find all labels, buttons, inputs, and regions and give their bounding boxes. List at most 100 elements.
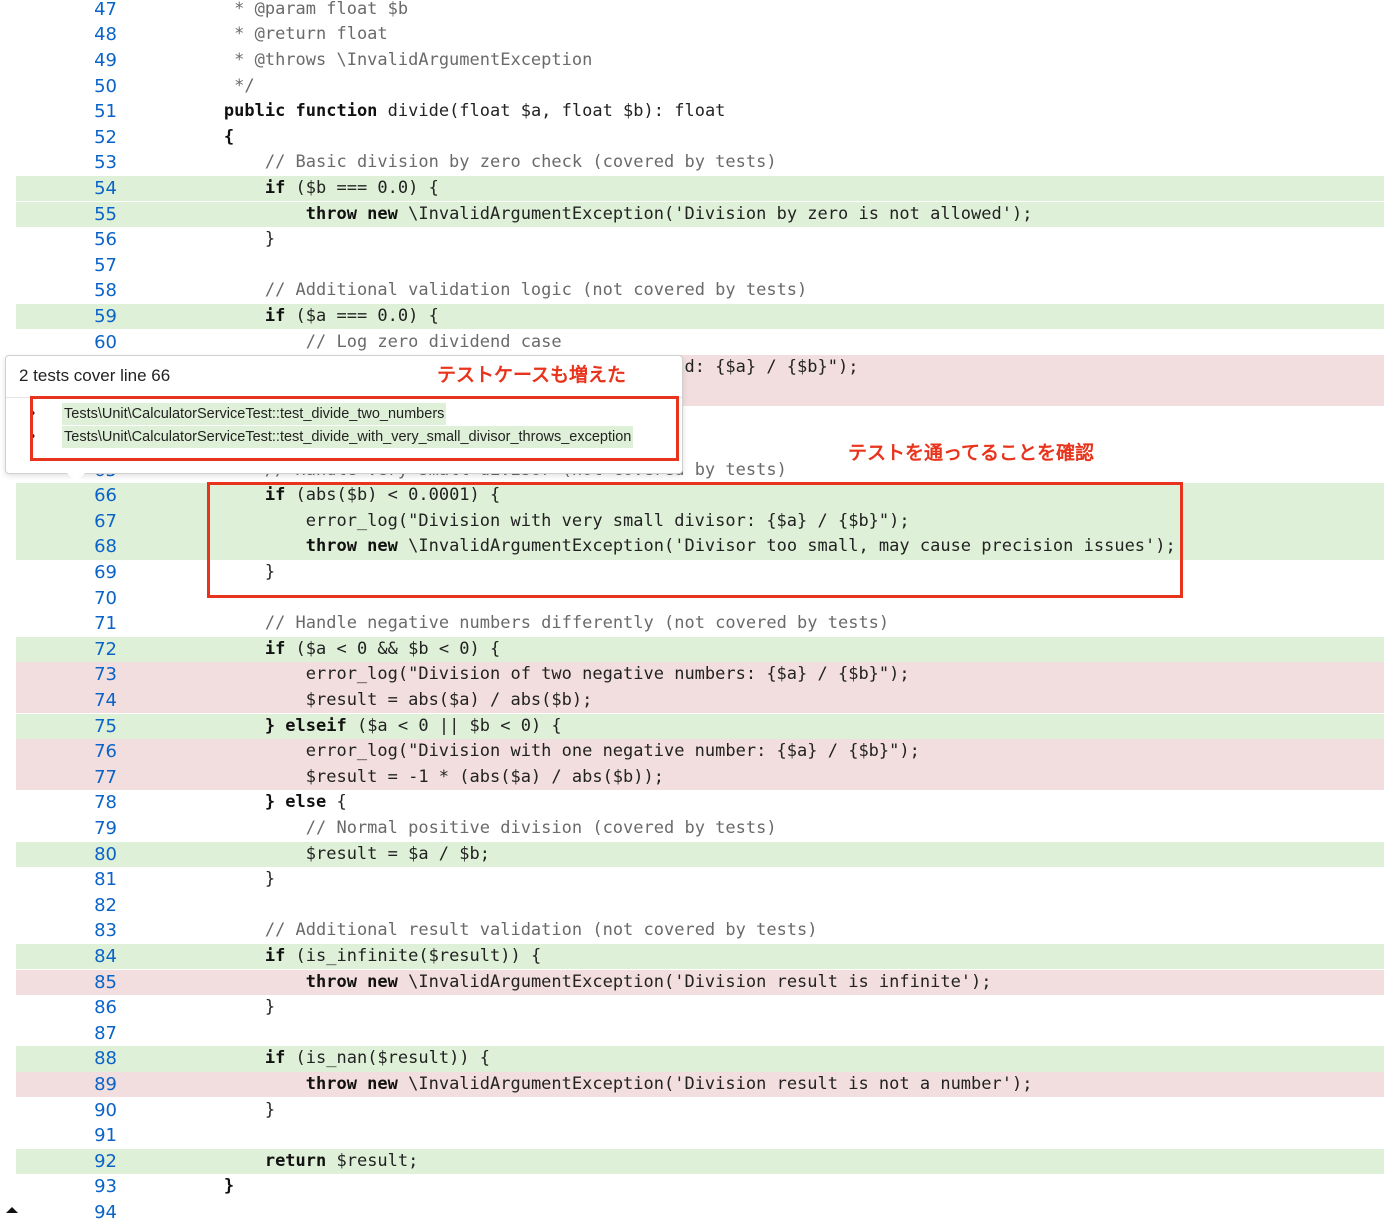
- line-number[interactable]: 93: [16, 1174, 117, 1200]
- line-number[interactable]: 82: [16, 893, 117, 919]
- line-number[interactable]: 67: [16, 509, 117, 535]
- line-source: * @throws \InvalidArgumentException: [142, 48, 592, 74]
- code-token: ($a < 0 && $b < 0) {: [285, 638, 501, 659]
- code-line: 51 public function divide(float $a, floa…: [16, 99, 1384, 125]
- line-number[interactable]: 77: [16, 765, 117, 791]
- comment-token: // Log zero dividend case: [305, 331, 562, 352]
- line-number[interactable]: 75: [16, 714, 117, 740]
- line-source: // Basic division by zero check (covered…: [142, 150, 777, 176]
- line-number[interactable]: 76: [16, 739, 117, 765]
- comment-token: * @return float: [234, 24, 388, 45]
- code-line: 74 $result = abs($a) / abs($b);: [16, 687, 1384, 714]
- code-token: (is_infinite($result)) {: [285, 945, 542, 966]
- line-number[interactable]: 94: [16, 1200, 117, 1226]
- line-number[interactable]: 56: [16, 227, 117, 253]
- line-source: // Log zero dividend case: [142, 330, 562, 356]
- line-number[interactable]: 50: [16, 74, 117, 100]
- code-line: 82: [16, 893, 1384, 919]
- line-number[interactable]: 78: [16, 790, 117, 816]
- line-source: error_log("Division of two negative numb…: [142, 662, 910, 688]
- code-token: $result = $a / $b;: [142, 843, 490, 864]
- code-line: 90 }: [16, 1098, 1384, 1124]
- line-number[interactable]: 86: [16, 995, 117, 1021]
- keyword-token: throw new: [305, 971, 398, 992]
- code-token: (is_nan($result)) {: [285, 1048, 491, 1069]
- code-line: 50 */: [16, 74, 1384, 100]
- line-number[interactable]: 49: [16, 48, 117, 74]
- line-number[interactable]: 92: [16, 1149, 117, 1175]
- line-number[interactable]: 57: [16, 253, 117, 279]
- code-token: ($a < 0 || $b < 0) {: [346, 715, 562, 736]
- code-token: ($b === 0.0) {: [285, 177, 439, 198]
- line-number[interactable]: 85: [16, 970, 117, 996]
- line-number[interactable]: 72: [16, 637, 117, 663]
- line-number[interactable]: 48: [16, 22, 117, 48]
- code-line: 52 {: [16, 125, 1384, 151]
- annotation-test-cases-increased: テストケースも増えた: [437, 364, 627, 386]
- code-line: 89 throw new \InvalidArgumentException('…: [16, 1071, 1384, 1098]
- line-number[interactable]: 51: [16, 99, 117, 125]
- line-source: throw new \InvalidArgumentException('Div…: [142, 970, 992, 996]
- line-number[interactable]: 80: [16, 842, 117, 868]
- code-token: error_log("Division of two negative numb…: [142, 664, 910, 685]
- line-source: public function divide(float $a, float $…: [142, 99, 726, 125]
- line-number[interactable]: 71: [16, 611, 117, 637]
- code-line: 79 // Normal positive division (covered …: [16, 816, 1384, 842]
- line-number[interactable]: 53: [16, 150, 117, 176]
- line-number[interactable]: 88: [16, 1046, 117, 1072]
- line-number[interactable]: 68: [16, 534, 117, 560]
- code-line: 93 }: [16, 1174, 1384, 1200]
- line-number[interactable]: 83: [16, 918, 117, 944]
- code-line: 86 }: [16, 995, 1384, 1021]
- line-source: error_log("Division with one negative nu…: [142, 739, 920, 765]
- code-line: 60 // Log zero dividend case: [16, 330, 1384, 356]
- line-number[interactable]: 47: [16, 0, 117, 22]
- line-source: // Additional validation logic (not cove…: [142, 278, 807, 304]
- line-number[interactable]: 73: [16, 662, 117, 688]
- code-line: 84 if (is_infinite($result)) {: [16, 943, 1384, 970]
- comment-token: // Additional validation logic (not cove…: [264, 280, 808, 301]
- line-source: }: [142, 1174, 234, 1200]
- code-line: 75 } elseif ($a < 0 || $b < 0) {: [16, 713, 1384, 740]
- line-number[interactable]: 70: [16, 586, 117, 612]
- line-number[interactable]: 66: [16, 483, 117, 509]
- line-number[interactable]: 91: [16, 1123, 117, 1149]
- code-line: 87: [16, 1021, 1384, 1047]
- line-source: if ($b === 0.0) {: [142, 176, 439, 202]
- line-number[interactable]: 89: [16, 1072, 117, 1098]
- scroll-up-icon[interactable]: [6, 1207, 18, 1213]
- line-number[interactable]: 60: [16, 330, 117, 356]
- code-token: }: [142, 997, 276, 1018]
- code-token: \InvalidArgumentException('Division resu…: [397, 1073, 1033, 1094]
- comment-token: * @throws \InvalidArgumentException: [234, 49, 593, 70]
- line-number[interactable]: 58: [16, 278, 117, 304]
- line-number[interactable]: 81: [16, 867, 117, 893]
- line-number[interactable]: 59: [16, 304, 117, 330]
- code-line: 77 $result = -1 * (abs($a) / abs($b));: [16, 764, 1384, 791]
- line-source: if ($a === 0.0) {: [142, 304, 439, 330]
- line-number[interactable]: 69: [16, 560, 117, 586]
- line-number[interactable]: 52: [16, 125, 117, 151]
- line-number[interactable]: 87: [16, 1021, 117, 1047]
- line-number[interactable]: 84: [16, 944, 117, 970]
- keyword-token: if: [264, 945, 286, 966]
- line-number[interactable]: 55: [16, 202, 117, 228]
- line-number[interactable]: 79: [16, 816, 117, 842]
- code-line: 58 // Additional validation logic (not c…: [16, 278, 1384, 304]
- line-number[interactable]: 74: [16, 688, 117, 714]
- keyword-token: if: [264, 638, 286, 659]
- code-line: 88 if (is_nan($result)) {: [16, 1046, 1384, 1072]
- code-line: 48 * @return float: [16, 22, 1384, 48]
- code-line: 53 // Basic division by zero check (cove…: [16, 150, 1384, 176]
- line-source: // Handle negative numbers differently (…: [142, 611, 889, 637]
- line-number[interactable]: 54: [16, 176, 117, 202]
- code-token: }: [142, 869, 276, 890]
- line-number[interactable]: 90: [16, 1098, 117, 1124]
